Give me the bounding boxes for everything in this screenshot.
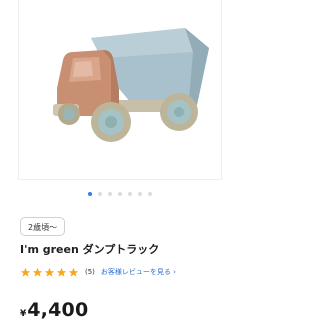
review-count: (5) bbox=[85, 268, 95, 276]
star-icon bbox=[20, 267, 31, 277]
carousel-dot[interactable] bbox=[128, 192, 132, 196]
carousel-dot[interactable] bbox=[118, 192, 122, 196]
star-icon bbox=[56, 267, 67, 277]
star-icon bbox=[44, 267, 55, 277]
price: ¥ 4,400 bbox=[20, 299, 88, 321]
carousel-dot[interactable] bbox=[148, 192, 152, 196]
star-icon bbox=[32, 267, 43, 277]
carousel-dot[interactable] bbox=[88, 192, 92, 196]
rating-row: (5) お客様レビューを見る › bbox=[20, 265, 176, 279]
product-title: I'm green ダンプトラック bbox=[20, 243, 160, 256]
age-badge: 2歳頃〜 bbox=[20, 217, 66, 236]
product-image[interactable] bbox=[18, 0, 222, 180]
dump-truck-image bbox=[53, 28, 209, 142]
carousel-indicator[interactable] bbox=[0, 192, 240, 196]
star-rating bbox=[20, 267, 79, 278]
price-amount: 4,400 bbox=[27, 299, 89, 321]
currency-symbol: ¥ bbox=[20, 309, 27, 319]
view-reviews-label: お客様レビューを見る bbox=[100, 268, 171, 276]
chevron-right-icon: › bbox=[173, 268, 176, 276]
view-reviews-link[interactable]: お客様レビューを見る › bbox=[101, 267, 176, 277]
carousel-dot[interactable] bbox=[138, 192, 142, 196]
product-detail-page: 2歳頃〜 I'm green ダンプトラック (5) お客様レビューを見る › … bbox=[0, 0, 240, 321]
star-icon bbox=[68, 267, 79, 277]
carousel-dot[interactable] bbox=[98, 192, 102, 196]
carousel-dot[interactable] bbox=[108, 192, 112, 196]
